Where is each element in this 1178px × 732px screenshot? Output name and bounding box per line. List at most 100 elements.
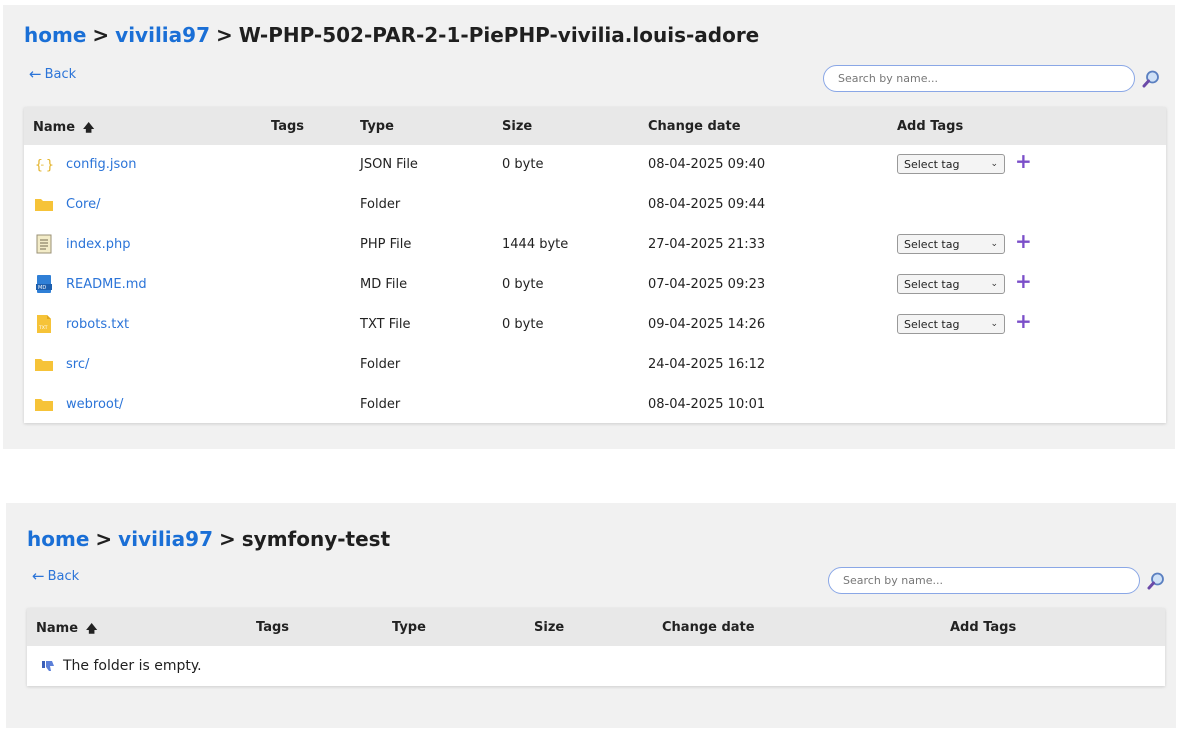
breadcrumb-separator: > — [215, 23, 233, 47]
search-bar — [823, 65, 1161, 92]
file-size: 0 byte — [502, 277, 544, 292]
file-change-date: 24-04-2025 16:12 — [648, 357, 766, 372]
svg-text:TXT: TXT — [38, 325, 48, 331]
file-browser-panel-1: home > vivilia97 > W-PHP-502-PAR-2-1-PiePHP-… — [3, 5, 1175, 449]
column-header-name[interactable]: Name 🡅 — [33, 119, 94, 138]
chevron-down-icon: ⌄ — [990, 159, 998, 169]
add-tag-plus-icon[interactable]: + — [1015, 311, 1032, 331]
column-header-size: Size — [534, 620, 565, 635]
empty-folder-message: The folder is empty. — [27, 646, 1165, 686]
column-header-type: Type — [360, 119, 394, 134]
table-row[interactable]: {-} config.json JSON File 0 byte 08-04-2… — [24, 145, 1166, 185]
breadcrumb-separator: > — [218, 527, 236, 551]
column-header-tags: Tags — [271, 119, 305, 134]
file-type: Folder — [360, 197, 401, 212]
file-name-link[interactable]: config.json — [66, 157, 137, 172]
table-header: Name 🡅 Tags Type Size Change date Add Tag… — [24, 107, 1166, 145]
md-file-icon: MD — [34, 274, 54, 294]
back-link[interactable]: ← Back — [29, 65, 77, 83]
file-size: 0 byte — [502, 317, 544, 332]
back-label: Back — [47, 569, 80, 584]
breadcrumb-current: symfony-test — [241, 527, 391, 551]
column-header-type: Type — [392, 620, 426, 635]
file-change-date: 27-04-2025 21:33 — [648, 237, 766, 252]
add-tag-plus-icon[interactable]: + — [1015, 151, 1032, 171]
file-type: PHP File — [360, 237, 412, 252]
file-name-link[interactable]: robots.txt — [66, 317, 129, 332]
arrow-left-icon: ← — [29, 65, 42, 83]
file-change-date: 08-04-2025 09:40 — [648, 157, 766, 172]
select-tag-dropdown[interactable]: Select tag ⌄ — [897, 154, 1005, 174]
file-type: Folder — [360, 357, 401, 372]
column-header-change-date: Change date — [662, 620, 755, 635]
breadcrumb: home > vivilia97 > W-PHP-502-PAR-2-1-PiePHP-… — [24, 23, 759, 47]
json-file-icon: {-} — [34, 154, 54, 174]
breadcrumb-separator: > — [95, 527, 113, 551]
back-link[interactable]: ← Back — [32, 567, 80, 585]
file-change-date: 07-04-2025 09:23 — [648, 277, 766, 292]
sort-up-arrow-icon: 🡅 — [86, 622, 98, 635]
svg-text:-: - — [41, 160, 45, 171]
breadcrumb: home > vivilia97 > symfony-test — [27, 527, 390, 551]
search-input[interactable] — [823, 65, 1135, 92]
chevron-down-icon: ⌄ — [990, 239, 998, 249]
chevron-down-icon: ⌄ — [990, 279, 998, 289]
file-table: Name 🡅 Tags Type Size Change date Add Tag… — [27, 608, 1165, 686]
file-type: Folder — [360, 397, 401, 412]
add-tag-plus-icon[interactable]: + — [1015, 231, 1032, 251]
folder-icon — [34, 194, 54, 214]
breadcrumb-home-link[interactable]: home — [27, 527, 89, 551]
file-size: 1444 byte — [502, 237, 569, 252]
file-table: Name 🡅 Tags Type Size Change date Add Tag… — [24, 107, 1166, 423]
breadcrumb-user-link[interactable]: vivilia97 — [115, 23, 210, 47]
file-type: TXT File — [360, 317, 411, 332]
file-name-link[interactable]: src/ — [66, 357, 89, 372]
column-header-add-tags: Add Tags — [897, 119, 964, 134]
file-name-link[interactable]: webroot/ — [66, 397, 123, 412]
table-header: Name 🡅 Tags Type Size Change date Add Tag… — [27, 608, 1165, 646]
select-tag-dropdown[interactable]: Select tag ⌄ — [897, 314, 1005, 334]
column-header-add-tags: Add Tags — [950, 620, 1017, 635]
table-row[interactable]: Core/ Folder 08-04-2025 09:44 — [24, 185, 1166, 225]
table-row[interactable]: index.php PHP File 1444 byte 27-04-2025 … — [24, 225, 1166, 265]
file-size: 0 byte — [502, 157, 544, 172]
column-header-size: Size — [502, 119, 533, 134]
arrow-left-icon: ← — [32, 567, 45, 585]
back-label: Back — [44, 67, 77, 82]
table-row[interactable]: src/ Folder 24-04-2025 16:12 — [24, 345, 1166, 385]
file-type: JSON File — [360, 157, 418, 172]
chevron-down-icon: ⌄ — [990, 319, 998, 329]
select-tag-dropdown[interactable]: Select tag ⌄ — [897, 274, 1005, 294]
select-tag-dropdown[interactable]: Select tag ⌄ — [897, 234, 1005, 254]
file-name-link[interactable]: Core/ — [66, 197, 100, 212]
folder-icon — [34, 354, 54, 374]
empty-message-text: The folder is empty. — [63, 658, 202, 674]
svg-text:}: } — [46, 158, 54, 173]
column-header-change-date: Change date — [648, 119, 741, 134]
file-name-link[interactable]: README.md — [66, 277, 147, 292]
file-change-date: 08-04-2025 09:44 — [648, 197, 766, 212]
thumbs-down-icon — [41, 659, 55, 673]
breadcrumb-user-link[interactable]: vivilia97 — [118, 527, 213, 551]
php-file-icon — [34, 234, 54, 254]
column-header-tags: Tags — [256, 620, 290, 635]
column-header-name[interactable]: Name 🡅 — [36, 620, 97, 639]
breadcrumb-separator: > — [92, 23, 110, 47]
breadcrumb-home-link[interactable]: home — [24, 23, 86, 47]
file-change-date: 09-04-2025 14:26 — [648, 317, 766, 332]
file-browser-panel-2: home>vivilia97>symfony-test ← Back Name🡅… — [6, 503, 1176, 728]
folder-icon — [34, 394, 54, 414]
breadcrumb-current: W-PHP-502-PAR-2-1-PiePHP-vivilia.louis-a… — [238, 23, 760, 47]
sort-up-arrow-icon: 🡅 — [83, 121, 95, 134]
table-row[interactable]: MD README.md MD File 0 byte 07-04-2025 0… — [24, 265, 1166, 305]
search-input[interactable] — [828, 567, 1140, 594]
add-tag-plus-icon[interactable]: + — [1015, 271, 1032, 291]
file-name-link[interactable]: index.php — [66, 237, 130, 252]
search-icon[interactable] — [1141, 69, 1161, 89]
svg-text:MD: MD — [38, 285, 46, 291]
search-icon[interactable] — [1146, 571, 1166, 591]
file-change-date: 08-04-2025 10:01 — [648, 397, 766, 412]
table-row[interactable]: webroot/ Folder 08-04-2025 10:01 — [24, 385, 1166, 425]
table-row[interactable]: TXT robots.txt TXT File 0 byte 09-04-202… — [24, 305, 1166, 345]
search-bar — [828, 567, 1166, 594]
